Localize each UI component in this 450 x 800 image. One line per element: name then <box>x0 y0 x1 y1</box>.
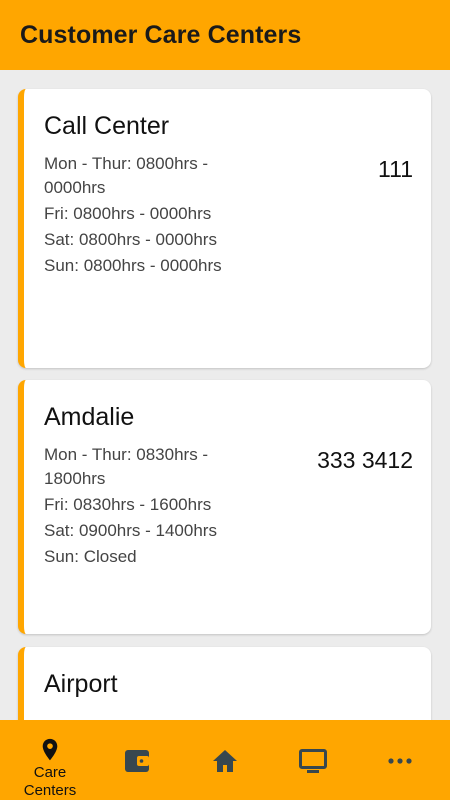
opening-hours: Mon - Thur: 0830hrs - 1800hrs Fri: 0830h… <box>44 443 229 571</box>
center-name: Call Center <box>44 112 170 140</box>
care-center-card[interactable]: Call Center Mon - Thur: 0800hrs - 0000hr… <box>18 89 431 368</box>
wallet-icon <box>125 750 149 772</box>
hours-line: Sun: Closed <box>44 547 137 566</box>
hours-line: Sat: 0900hrs - 1400hrs <box>44 521 217 540</box>
nav-item-more[interactable] <box>355 720 445 800</box>
hours-line: Sun: 0800hrs - 0000hrs <box>44 256 222 275</box>
home-icon <box>213 750 237 772</box>
nav-item-home[interactable] <box>180 720 270 800</box>
hours-line: Fri: 0800hrs - 0000hrs <box>44 204 212 223</box>
care-center-card[interactable]: Airport <box>18 647 431 720</box>
hours-line: Sat: 0800hrs - 0000hrs <box>44 230 217 249</box>
phone-number[interactable]: 333 3412 <box>317 447 413 474</box>
nav-item-care-centers[interactable]: Care Centers <box>5 720 95 800</box>
phone-number[interactable]: 111 <box>378 156 413 183</box>
care-center-card[interactable]: Amdalie Mon - Thur: 0830hrs - 1800hrs Fr… <box>18 380 431 634</box>
nav-label: Care Centers <box>23 764 77 799</box>
nav-item-wallet[interactable] <box>92 720 182 800</box>
location-pin-icon <box>42 738 58 761</box>
more-icon <box>388 758 412 764</box>
monitor-icon <box>299 749 327 773</box>
nav-item-monitor[interactable] <box>268 720 358 800</box>
app-header: Customer Care Centers <box>0 0 450 70</box>
hours-line: Mon - Thur: 0830hrs - 1800hrs <box>44 445 209 488</box>
center-name: Airport <box>44 670 118 698</box>
app-root: Customer Care Centers Call Center Mon - … <box>0 0 450 800</box>
hours-line: Fri: 0830hrs - 1600hrs <box>44 495 212 514</box>
bottom-navigation: Care Centers <box>0 720 450 800</box>
hours-line: Mon - Thur: 0800hrs - 0000hrs <box>44 154 209 197</box>
care-centers-list[interactable]: Call Center Mon - Thur: 0800hrs - 0000hr… <box>0 70 450 720</box>
center-name: Amdalie <box>44 403 135 431</box>
page-title: Customer Care Centers <box>20 20 302 49</box>
opening-hours: Mon - Thur: 0800hrs - 0000hrs Fri: 0800h… <box>44 152 229 280</box>
